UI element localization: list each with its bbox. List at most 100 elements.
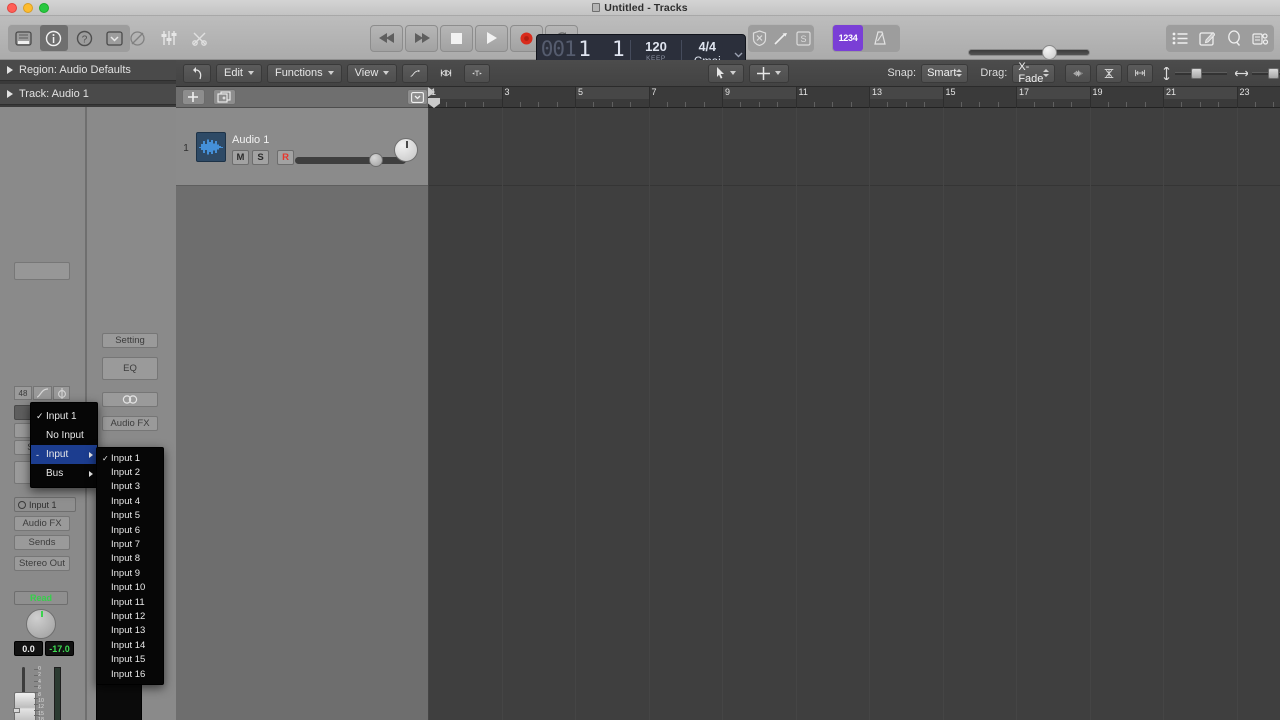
master-volume-slider[interactable] (968, 45, 1090, 60)
arrange-canvas[interactable] (428, 108, 1280, 720)
submenu-item[interactable]: Input 8 (97, 552, 163, 566)
submenu-item[interactable]: Input 4 (97, 494, 163, 508)
input-context-menu[interactable]: ✓ Input 1 No Input - Input Bus (30, 402, 98, 488)
track-header-audio-1[interactable]: 1 Audio 1 M S R (176, 108, 428, 186)
notes-button[interactable] (1194, 25, 1219, 51)
smart-controls-button[interactable] (123, 25, 152, 51)
left-click-tool[interactable] (708, 63, 745, 83)
automation-button[interactable] (402, 63, 429, 83)
vertical-zoom-slider[interactable] (1175, 68, 1228, 79)
solo-s-icon[interactable]: S (793, 25, 813, 51)
pan-knob[interactable] (26, 609, 56, 639)
submenu-item[interactable]: ✓ Input 1 (97, 451, 163, 465)
submenu-item[interactable]: Input 9 (97, 566, 163, 580)
bar-ruler[interactable]: 1 3 5 7 9 11 13 15 17 19 21 23 (428, 87, 1280, 108)
submenu-item[interactable]: Input 14 (97, 638, 163, 652)
forward-button[interactable] (405, 24, 438, 52)
track-name[interactable]: Audio 1 (232, 134, 269, 146)
edit-menu[interactable]: Edit (216, 63, 262, 83)
close-button[interactable] (7, 3, 17, 13)
window-controls[interactable] (7, 3, 49, 13)
submenu-item[interactable]: Input 15 (97, 652, 163, 666)
eq-curve-icon[interactable] (33, 386, 52, 400)
undo-history-button[interactable] (183, 63, 211, 83)
phase-invert-icon[interactable] (53, 386, 70, 400)
drag-popup[interactable]: X-Fade (1012, 61, 1056, 85)
horizontal-zoom-control[interactable] (1235, 68, 1280, 79)
waveform-zoom-button[interactable] (1065, 63, 1092, 83)
vertical-zoom-control[interactable] (1162, 66, 1228, 80)
audio-waveform-icon[interactable] (196, 132, 226, 162)
strip-top-slot[interactable] (14, 262, 70, 280)
submenu-item[interactable]: Input 16 (97, 667, 163, 681)
view-menu[interactable]: View (346, 63, 398, 83)
fit-screen-button[interactable] (1127, 63, 1154, 83)
submenu-arrow-icon (89, 470, 93, 477)
track-headers-list: 1 Audio 1 M S R (176, 108, 428, 720)
submenu-item[interactable]: Input 6 (97, 523, 163, 537)
play-button[interactable] (475, 24, 508, 52)
context-menu-item[interactable]: ✓ Input 1 (31, 407, 97, 426)
functions-menu[interactable]: Functions (266, 63, 342, 83)
so-audio-fx-slot[interactable]: Audio FX (102, 416, 158, 431)
duplicate-track-button[interactable] (212, 89, 236, 105)
mixer-button[interactable] (154, 25, 183, 51)
stop-button[interactable] (440, 24, 473, 52)
list-editors-button[interactable] (1167, 25, 1192, 51)
library-button[interactable] (9, 25, 38, 51)
submenu-item[interactable]: Input 3 (97, 480, 163, 494)
so-setting-button[interactable]: Setting (102, 333, 158, 348)
horizontal-zoom-slider[interactable] (1252, 68, 1280, 79)
submenu-item[interactable]: Input 10 (97, 581, 163, 595)
minimize-button[interactable] (23, 3, 33, 13)
track-mute-button[interactable]: M (232, 150, 249, 165)
input-slot-button[interactable]: Input 1 (14, 497, 76, 512)
track-volume-slider[interactable] (295, 153, 406, 167)
track-lane-audio-1[interactable] (428, 108, 1280, 186)
submenu-item[interactable]: Input 5 (97, 509, 163, 523)
pan-value-field[interactable]: 0.0 (14, 641, 43, 656)
tuning-fork-icon[interactable] (771, 25, 791, 51)
automation-mode-button[interactable]: Read (14, 591, 68, 605)
input-submenu[interactable]: ✓ Input 1 Input 2 Input 3 Input 4 Input 5 Inpu… (96, 447, 164, 686)
track-solo-button[interactable]: S (252, 150, 269, 165)
fader-handle[interactable] (13, 692, 36, 720)
track-config-button[interactable] (406, 89, 428, 105)
command-click-tool[interactable] (749, 63, 790, 83)
metronome-icon[interactable] (865, 25, 894, 51)
submenu-item[interactable]: Input 13 (97, 624, 163, 638)
sends-slot[interactable]: Sends (14, 535, 70, 550)
snap-popup[interactable]: Smart (921, 63, 969, 83)
region-inspector-header[interactable]: Region: Audio Defaults (0, 60, 176, 81)
track-inspector-header[interactable]: Track: Audio 1 (0, 84, 176, 105)
context-menu-item[interactable]: - Input (31, 445, 97, 464)
audio-fx-slot[interactable]: Audio FX (14, 516, 70, 531)
submenu-item[interactable]: Input 12 (97, 609, 163, 623)
media-browser-button[interactable] (1248, 25, 1273, 51)
loop-browser-button[interactable] (1221, 25, 1246, 51)
track-pan-knob[interactable] (394, 138, 418, 162)
submenu-item[interactable]: Input 11 (97, 595, 163, 609)
so-eq-button[interactable]: EQ (102, 357, 158, 380)
stereo-link-icon[interactable] (102, 392, 158, 407)
shield-x-icon[interactable] (749, 25, 769, 51)
snap-to-button[interactable] (464, 63, 491, 83)
submenu-item[interactable]: Input 7 (97, 537, 163, 551)
submenu-item[interactable]: Input 2 (97, 465, 163, 479)
quick-help-button[interactable]: ? (70, 25, 99, 51)
catch-button[interactable] (1096, 63, 1123, 83)
track-record-button[interactable]: R (277, 150, 294, 165)
context-menu-item[interactable]: No Input (31, 426, 97, 445)
add-track-button[interactable] (182, 89, 205, 105)
rewind-button[interactable] (370, 24, 403, 52)
volume-value-field[interactable]: -17.0 (45, 641, 74, 656)
output-slot[interactable]: Stereo Out (14, 556, 70, 571)
context-menu-item[interactable]: Bus (31, 464, 97, 483)
gain-48-button[interactable]: 48 (14, 386, 32, 400)
inspector-button[interactable] (39, 25, 68, 51)
editors-button[interactable] (185, 25, 214, 51)
count-in-button[interactable]: 1234 (833, 25, 863, 51)
playhead[interactable] (428, 87, 440, 108)
maximize-button[interactable] (39, 3, 49, 13)
flex-button[interactable] (433, 64, 459, 83)
